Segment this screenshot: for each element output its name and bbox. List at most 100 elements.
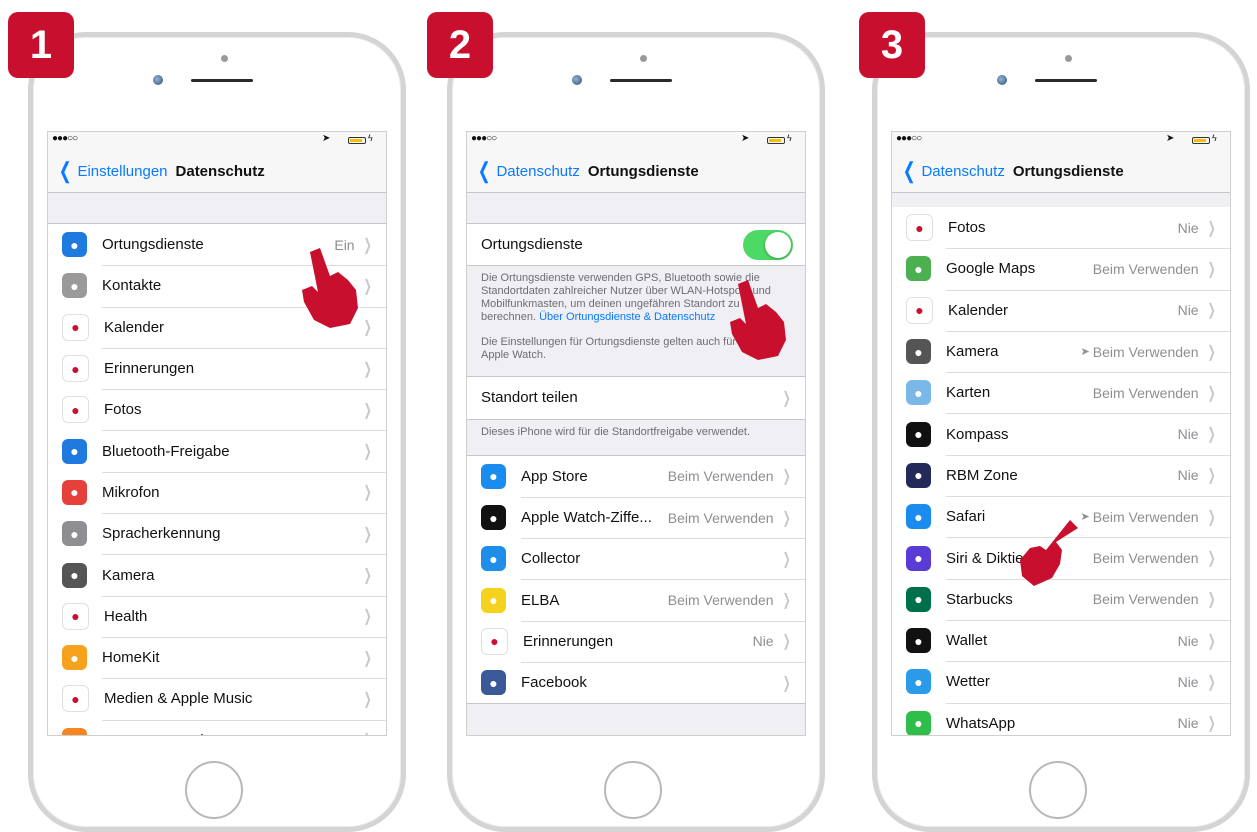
chevron-right-icon: ❯ xyxy=(363,236,372,254)
location-arrow-icon: ➤ xyxy=(322,133,331,144)
row-value: Nie xyxy=(1177,715,1199,732)
share-location-label: Standort teilen xyxy=(481,389,578,407)
list-item-bewegung-fitness[interactable]: ● Bewegung & Fitness ❯ xyxy=(48,719,386,735)
list-item-kamera[interactable]: ● Kamera ❯ xyxy=(48,554,386,595)
row-label: Wallet xyxy=(946,632,988,650)
chevron-right-icon: ❯ xyxy=(782,674,791,692)
battery-icon xyxy=(767,137,785,144)
wallet-icon: ● xyxy=(906,628,931,654)
charging-icon: ϟ xyxy=(368,133,373,143)
rbm-zone-icon: ● xyxy=(906,462,931,488)
chevron-left-icon: ❮ xyxy=(902,158,916,183)
chevron-right-icon: ❯ xyxy=(363,690,372,708)
row-value: Beim Verwenden xyxy=(1092,384,1199,401)
chevron-right-icon: ❯ xyxy=(1207,550,1216,568)
list-item-wetter[interactable]: ● Wetter Nie ❯ xyxy=(892,661,1230,702)
list-item-karten[interactable]: ● Karten Beim Verwenden ❯ xyxy=(892,372,1230,413)
page-title: Ortungsdienste xyxy=(587,162,699,180)
earpiece-speaker xyxy=(610,79,672,82)
row-label: Bluetooth-Freigabe xyxy=(102,442,230,460)
list-item-kompass[interactable]: ● Kompass Nie ❯ xyxy=(892,413,1230,454)
row-value: Nie xyxy=(1177,673,1199,690)
chevron-right-icon: ❯ xyxy=(363,525,372,543)
nav-bar: ❮ Datenschutz Ortungsdienste xyxy=(467,150,805,193)
health-icon: ● xyxy=(62,602,89,630)
chevron-right-icon: ❯ xyxy=(782,550,791,568)
location-arrow-icon: ➤ xyxy=(741,133,750,144)
location-services-switch[interactable] xyxy=(743,229,793,260)
row-label: Kamera xyxy=(946,343,999,361)
chevron-right-icon: ❯ xyxy=(1207,673,1216,691)
row-label: Wetter xyxy=(946,673,990,691)
privacy-link[interactable]: Über Ortungsdienste & Datenschutz xyxy=(539,311,715,323)
row-value: Beim Verwenden xyxy=(1092,343,1199,360)
list-item-fotos[interactable]: ● Fotos ❯ xyxy=(48,389,386,430)
location-icon: ● xyxy=(62,232,87,258)
row-value: Beim Verwenden xyxy=(1092,591,1199,608)
list-item-rbm-zone[interactable]: ● RBM Zone Nie ❯ xyxy=(892,454,1230,496)
sensor-dot xyxy=(221,55,228,62)
list-item-apple-watch-ziffe[interactable]: ● Apple Watch-Ziffe... Beim Verwenden ❯ xyxy=(467,496,805,538)
sensor-dot xyxy=(640,55,647,62)
row-value: Nie xyxy=(1177,467,1199,484)
sensor-dot xyxy=(1065,55,1072,62)
earpiece-speaker xyxy=(1035,79,1097,82)
list-item-app-store[interactable]: ● App Store Beim Verwenden ❯ xyxy=(467,456,805,497)
list-item-homekit[interactable]: ● HomeKit ❯ xyxy=(48,636,386,678)
list-item-erinnerungen[interactable]: ● Erinnerungen ❯ xyxy=(48,347,386,389)
list-item-whatsapp[interactable]: ● WhatsApp Nie ❯ xyxy=(892,702,1230,735)
back-label: Einstellungen xyxy=(77,162,168,180)
status-bar: ●●●○○ ➤ ϟ xyxy=(467,132,805,150)
chevron-right-icon: ❯ xyxy=(363,401,372,419)
list-item-collector[interactable]: ● Collector ❯ xyxy=(467,538,805,579)
list-item-wallet[interactable]: ● Wallet Nie ❯ xyxy=(892,619,1230,661)
location-services-section: Ortungsdienste xyxy=(467,223,805,267)
list-item-medien-apple-music[interactable]: ● Medien & Apple Music ❯ xyxy=(48,678,386,719)
chevron-right-icon: ❯ xyxy=(782,389,791,407)
home-button[interactable] xyxy=(1029,761,1087,819)
pointing-hand-icon xyxy=(302,248,358,328)
home-button[interactable] xyxy=(185,761,243,819)
safari-icon: ● xyxy=(906,504,931,530)
home-button[interactable] xyxy=(604,761,662,819)
row-label: Erinnerungen xyxy=(104,360,195,378)
location-arrow-icon: ➤ xyxy=(1080,346,1090,359)
row-label: RBM Zone xyxy=(946,466,1018,484)
chevron-right-icon: ❯ xyxy=(1207,343,1216,361)
list-item-spracherkennung[interactable]: ● Spracherkennung ❯ xyxy=(48,513,386,554)
screen: ●●●○○ ➤ ϟ ❮ Datenschutz Ortungsdienste ●… xyxy=(891,131,1231,736)
list-item-fotos[interactable]: ● Fotos Nie ❯ xyxy=(892,207,1230,248)
list-item-mikrofon[interactable]: ● Mikrofon ❯ xyxy=(48,471,386,513)
music-icon: ● xyxy=(62,685,89,713)
row-label: HomeKit xyxy=(102,649,160,667)
status-bar: ●●●○○ ➤ ϟ xyxy=(48,132,386,150)
list-item-health[interactable]: ● Health ❯ xyxy=(48,595,386,637)
back-label: Datenschutz xyxy=(921,162,1005,180)
signal-icon: ●●●○○ xyxy=(471,133,497,144)
share-location-row[interactable]: Standort teilen ❯ xyxy=(467,377,805,418)
row-label: Spracherkennung xyxy=(102,525,221,543)
elba-icon: ● xyxy=(481,587,506,613)
chevron-right-icon: ❯ xyxy=(1207,715,1216,733)
reminders-icon: ● xyxy=(481,627,508,655)
list-item-kamera[interactable]: ● Kamera ➤ Beim Verwenden ❯ xyxy=(892,330,1230,372)
page-title: Ortungsdienste xyxy=(1012,162,1124,180)
list-item-facebook[interactable]: ● Facebook ❯ xyxy=(467,662,805,703)
app-store-icon: ● xyxy=(481,463,506,489)
row-label: Kalender xyxy=(948,301,1009,319)
back-button[interactable]: ❮ Datenschutz xyxy=(475,160,580,182)
list-item-elba[interactable]: ● ELBA Beim Verwenden ❯ xyxy=(467,579,805,620)
list-item-bluetooth-freigabe[interactable]: ● Bluetooth-Freigabe ❯ xyxy=(48,430,386,471)
whatsapp-icon: ● xyxy=(906,710,931,735)
list-item-google-maps[interactable]: ● Google Maps Beim Verwenden ❯ xyxy=(892,248,1230,289)
row-value: Nie xyxy=(1177,632,1199,649)
signal-icon: ●●●○○ xyxy=(52,133,78,144)
row-value: Nie xyxy=(1177,302,1199,319)
list-item-erinnerungen[interactable]: ● Erinnerungen Nie ❯ xyxy=(467,620,805,662)
list-item-kalender[interactable]: ● Kalender Nie ❯ xyxy=(892,289,1230,331)
maps-icon: ● xyxy=(906,380,931,406)
chevron-right-icon: ❯ xyxy=(1207,508,1216,526)
back-button[interactable]: ❮ Einstellungen xyxy=(56,160,168,182)
share-location-description: Dieses iPhone wird für die Standortfreig… xyxy=(481,425,751,438)
back-button[interactable]: ❮ Datenschutz xyxy=(900,160,1005,182)
